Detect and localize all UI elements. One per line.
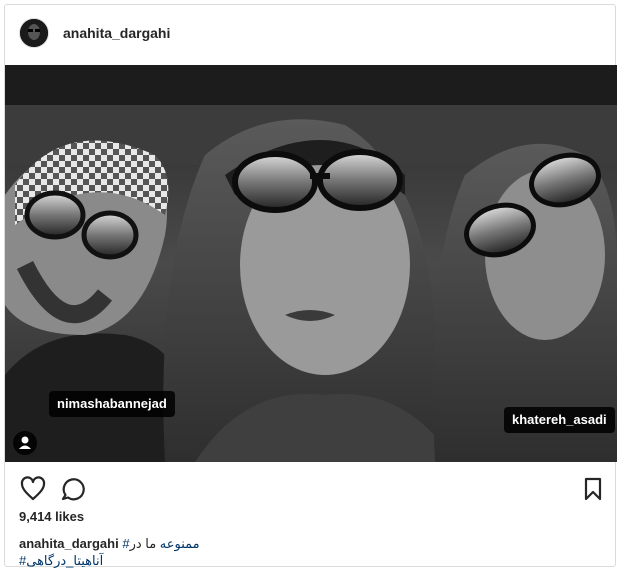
avatar-image — [20, 19, 48, 47]
avatar[interactable] — [19, 18, 49, 48]
user-tag-button[interactable] — [13, 431, 37, 455]
post-card: anahita_dargahi nimashabannejad khatereh… — [4, 4, 617, 569]
photo-tag-nimashabannejad[interactable]: nimashabannejad — [49, 391, 175, 417]
heart-icon — [20, 476, 46, 501]
photo-tag-khatereh-asadi[interactable]: khatereh_asadi — [504, 407, 615, 433]
caption-hashtag-line[interactable]: #آناهیتا_درگاهی — [19, 553, 103, 569]
caption-text: ما در — [129, 536, 157, 551]
post-header: anahita_dargahi — [5, 5, 615, 63]
post-photo[interactable]: nimashabannejad khatereh_asadi — [5, 65, 617, 462]
bookmark-icon — [584, 477, 602, 501]
save-button[interactable] — [579, 475, 607, 503]
comment-icon — [61, 478, 85, 501]
caption-username[interactable]: anahita_dargahi — [19, 536, 119, 551]
like-button[interactable] — [19, 475, 47, 503]
likes-count[interactable]: 9,414 likes — [19, 509, 84, 524]
post-username[interactable]: anahita_dargahi — [63, 25, 170, 41]
user-tag-icon — [19, 436, 31, 449]
action-bar — [5, 471, 615, 511]
post-caption: anahita_dargahi #ممنوعه ما در — [19, 535, 599, 553]
comment-button[interactable] — [59, 475, 87, 503]
